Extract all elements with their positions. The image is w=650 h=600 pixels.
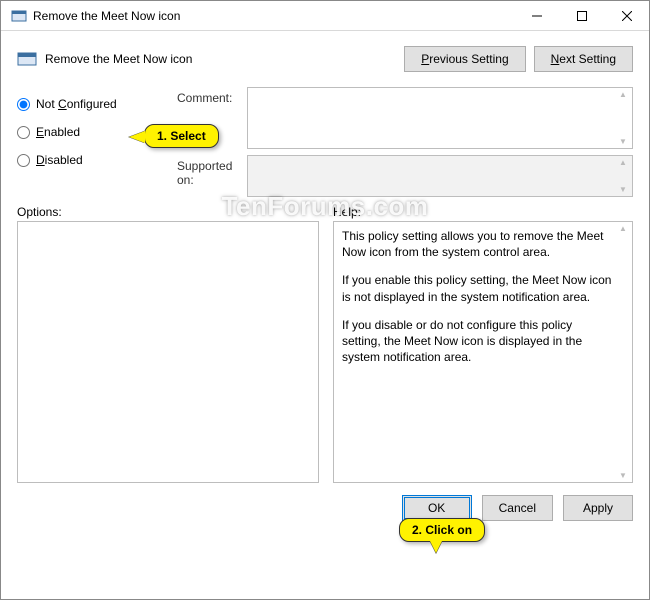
help-paragraph: If you disable or do not configure this …	[342, 317, 614, 366]
policy-icon	[17, 49, 37, 69]
app-icon	[11, 8, 27, 24]
supported-on-box: ▲ ▼	[247, 155, 633, 197]
next-setting-button[interactable]: Next Setting	[534, 46, 633, 72]
radio-disabled-input[interactable]	[17, 154, 30, 167]
previous-setting-button[interactable]: Previous Setting	[404, 46, 525, 72]
apply-button[interactable]: Apply	[563, 495, 633, 521]
help-text: This policy setting allows you to remove…	[334, 222, 632, 383]
scroll-up-icon: ▲	[616, 90, 630, 99]
help-panel: This policy setting allows you to remove…	[333, 221, 633, 483]
minimize-button[interactable]	[514, 1, 559, 31]
panel-labels: Options: Help:	[17, 205, 633, 219]
radio-not-configured[interactable]: Not Configured	[17, 97, 177, 111]
options-label: Options:	[17, 205, 333, 219]
scroll-down-icon: ▼	[616, 137, 630, 146]
close-button[interactable]	[604, 1, 649, 31]
setting-title: Remove the Meet Now icon	[45, 52, 404, 66]
bottom-bar: OK Cancel Apply	[1, 483, 649, 533]
help-paragraph: This policy setting allows you to remove…	[342, 228, 614, 260]
scroll-up-icon: ▲	[616, 224, 630, 233]
annotation-click-ok: 2. Click on	[399, 518, 485, 542]
scroll-down-icon: ▼	[616, 471, 630, 480]
radio-disabled[interactable]: Disabled	[17, 153, 177, 167]
titlebar: Remove the Meet Now icon	[1, 1, 649, 31]
supported-label: Supported on:	[177, 155, 247, 187]
annotation-select: 1. Select	[144, 124, 219, 148]
options-panel	[17, 221, 319, 483]
meta-area: Comment: ▲ ▼ Supported on: ▲ ▼	[177, 87, 633, 197]
header-row: Remove the Meet Now icon Previous Settin…	[17, 39, 633, 79]
content-area: Remove the Meet Now icon Previous Settin…	[1, 31, 649, 483]
window-title: Remove the Meet Now icon	[33, 9, 514, 23]
radio-not-configured-input[interactable]	[17, 98, 30, 111]
help-label: Help:	[333, 205, 361, 219]
comment-label: Comment:	[177, 87, 247, 105]
scroll-down-icon: ▼	[616, 185, 630, 194]
maximize-button[interactable]	[559, 1, 604, 31]
config-area: Not Configured Enabled Disabled Comment:…	[17, 87, 633, 197]
comment-textarea[interactable]: ▲ ▼	[247, 87, 633, 149]
radio-enabled-input[interactable]	[17, 126, 30, 139]
help-paragraph: If you enable this policy setting, the M…	[342, 272, 614, 304]
scroll-up-icon: ▲	[616, 158, 630, 167]
panels: This policy setting allows you to remove…	[17, 221, 633, 483]
cancel-button[interactable]: Cancel	[482, 495, 553, 521]
